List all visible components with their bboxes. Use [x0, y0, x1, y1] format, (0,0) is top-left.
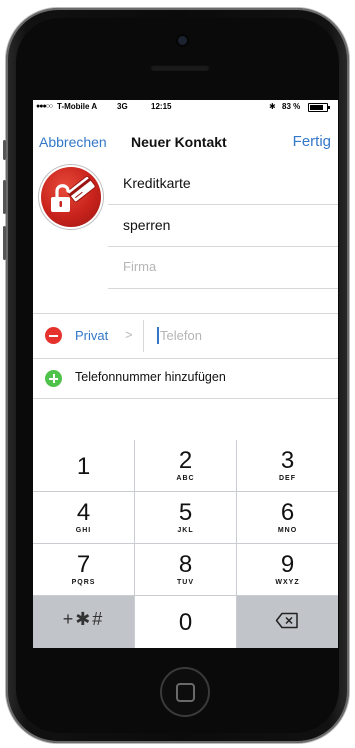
key-letters: PQRS	[71, 579, 96, 586]
page-title: Neuer Kontakt	[131, 134, 227, 150]
company-field[interactable]: Firma	[108, 246, 338, 289]
add-icon[interactable]	[45, 370, 62, 387]
key-digit: 8	[178, 551, 193, 578]
add-phone-label: Telefonnummer hinzufügen	[75, 370, 226, 384]
key-digit: 5	[178, 499, 193, 526]
key-digit: 4	[76, 499, 91, 526]
cancel-button[interactable]: Abbrechen	[39, 134, 107, 150]
carrier-name: T-Mobile A	[57, 102, 98, 111]
key-digit: 6	[280, 499, 295, 526]
key-symbols-label: +✱#	[62, 609, 105, 629]
contact-photo[interactable]	[41, 167, 101, 227]
company-placeholder: Firma	[123, 259, 157, 274]
navigation-bar: Abbrechen Neuer Kontakt Fertig	[33, 126, 338, 156]
chevron-right-icon[interactable]: >	[125, 327, 133, 342]
key-backspace[interactable]	[237, 596, 338, 648]
volume-up-button	[3, 180, 6, 214]
key-letters: GHI	[75, 527, 92, 534]
key-letters: MNO	[277, 527, 298, 534]
last-name-value: sperren	[123, 217, 171, 233]
bluetooth-icon: ✱	[269, 102, 276, 111]
key-0[interactable]: 0	[135, 596, 236, 648]
key-letters: TUV	[177, 579, 194, 586]
network-type: 3G	[117, 102, 128, 111]
phone-label-selector[interactable]: Privat	[75, 328, 108, 343]
key-letters: ABC	[176, 475, 195, 482]
key-digit: 2	[178, 447, 193, 474]
clock: 12:15	[151, 102, 172, 111]
key-digit: 9	[280, 551, 295, 578]
volume-down-button	[3, 226, 6, 260]
phone-input[interactable]: Telefon	[160, 328, 202, 343]
key-9[interactable]: 9 WXYZ	[237, 544, 338, 595]
first-name-field[interactable]: Kreditkarte	[108, 162, 338, 205]
key-digit: 3	[280, 447, 295, 474]
key-digit: 0	[178, 609, 193, 636]
key-letters: WXYZ	[275, 579, 300, 586]
unlocked-padlock-card-icon	[51, 175, 96, 212]
key-letters: DEF	[279, 475, 296, 482]
key-letters: JKL	[177, 527, 194, 534]
key-2[interactable]: 2 ABC	[135, 440, 236, 491]
screen: ●●●○○ T-Mobile A 3G 12:15 ✱ 83 % Abbrech…	[33, 100, 338, 648]
key-3[interactable]: 3 DEF	[237, 440, 338, 491]
last-name-field[interactable]: sperren	[108, 204, 338, 247]
home-square-icon	[176, 683, 195, 702]
text-cursor	[157, 327, 159, 344]
key-1[interactable]: 1	[33, 440, 134, 491]
battery-icon	[308, 103, 330, 112]
phone-number-row: Privat > Telefon	[33, 314, 338, 359]
key-4[interactable]: 4 GHI	[33, 492, 134, 543]
key-symbols[interactable]: +✱#	[33, 596, 134, 648]
earpiece-speaker	[150, 64, 210, 71]
first-name-value: Kreditkarte	[123, 175, 191, 191]
battery-fill	[310, 105, 324, 110]
key-7[interactable]: 7 PQRS	[33, 544, 134, 595]
add-phone-row[interactable]: Telefonnummer hinzufügen	[33, 358, 338, 399]
key-8[interactable]: 8 TUV	[135, 544, 236, 595]
key-6[interactable]: 6 MNO	[237, 492, 338, 543]
mute-switch	[3, 140, 6, 160]
battery-percent: 83 %	[282, 102, 301, 111]
signal-strength: ●●●○○	[36, 103, 53, 110]
key-digit: 7	[76, 551, 91, 578]
key-5[interactable]: 5 JKL	[135, 492, 236, 543]
remove-phone-icon[interactable]	[45, 327, 62, 344]
key-digit: 1	[76, 453, 91, 480]
status-bar: ●●●○○ T-Mobile A 3G 12:15 ✱ 83 %	[33, 100, 338, 114]
done-button[interactable]: Fertig	[293, 133, 331, 150]
backspace-icon	[275, 612, 298, 629]
front-camera	[178, 36, 187, 45]
divider	[143, 320, 144, 352]
numeric-keypad: 1 2 ABC 3 DEF 4 GHI 5 JKL 6 MNO 7 PQRS 8 TUV 9W…	[33, 440, 338, 648]
home-button[interactable]	[160, 667, 210, 717]
